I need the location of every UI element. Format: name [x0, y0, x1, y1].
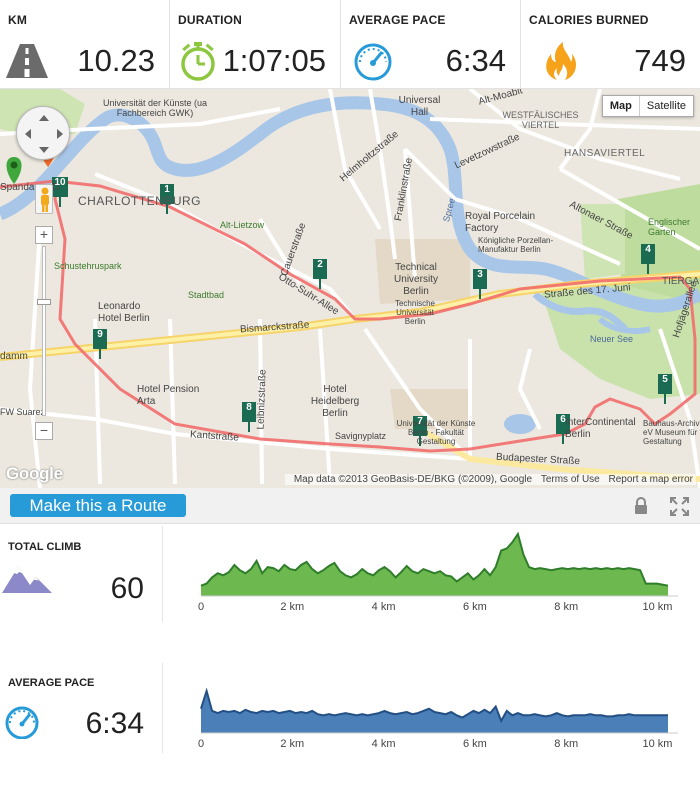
street-view-pegman-icon[interactable] — [35, 184, 53, 214]
climb-chart[interactable]: 0 2 km 4 km 6 km 8 km 10 km — [163, 526, 683, 622]
pan-arrows-icon — [25, 115, 63, 153]
climb-area — [201, 534, 668, 596]
stat-pace-label: AVERAGE PACE — [349, 13, 446, 27]
report-map-error-link[interactable]: Report a map error — [609, 474, 693, 485]
stats-bar: KM 10.23 DURATION 1:07:05 AVERAGE PACE 6… — [0, 0, 700, 89]
pace-tick-label: 4 km — [372, 738, 396, 750]
climb-tick-label: 8 km — [554, 601, 578, 613]
zoom-in-button[interactable]: + — [35, 226, 53, 244]
pace-tick-label: 10 km — [643, 738, 673, 750]
climb-tick-label: 2 km — [280, 601, 304, 613]
route-map[interactable]: Universität der Künste (ua Fachbereich G… — [0, 89, 700, 488]
zoom-slider-handle[interactable] — [37, 299, 51, 305]
stat-pace-value: 6:34 — [445, 43, 506, 78]
stat-distance-label: KM — [8, 13, 28, 27]
fullscreen-icon[interactable] — [669, 496, 690, 517]
climb-panel: TOTAL CLIMB 60 0 2 km 4 km 6 km 8 km 10 km — [0, 526, 700, 622]
climb-tick-label: 6 km — [463, 601, 487, 613]
pan-control[interactable] — [16, 106, 70, 160]
terms-of-use-link[interactable]: Terms of Use — [541, 474, 600, 485]
climb-tick-label: 4 km — [372, 601, 396, 613]
route-toolbar: Make this a Route — [0, 488, 700, 524]
road-icon — [6, 44, 48, 78]
google-logo: Google — [6, 464, 63, 483]
make-route-button[interactable]: Make this a Route — [10, 494, 186, 517]
mountain-icon — [2, 567, 52, 593]
stat-distance-value: 10.23 — [77, 43, 155, 78]
map-attribution: Map data ©2013 GeoBasis-DE/BKG (©2009), … — [284, 474, 696, 485]
stat-calories-label: CALORIES BURNED — [529, 13, 649, 27]
map-type-control: Map Satellite — [601, 95, 694, 117]
start-pin-icon[interactable] — [6, 157, 22, 184]
map-type-map-button[interactable]: Map — [603, 96, 640, 116]
stat-pace: AVERAGE PACE 6:34 — [341, 0, 521, 89]
climb-summary: TOTAL CLIMB 60 — [0, 526, 163, 622]
lock-icon[interactable] — [633, 497, 649, 515]
map-data-attribution: Map data ©2013 GeoBasis-DE/BKG (©2009), … — [293, 474, 533, 485]
pace-chart[interactable]: 0 2 km 4 km 6 km 8 km 10 km — [163, 663, 683, 753]
stat-calories-value: 749 — [634, 43, 686, 78]
climb-value: 60 — [110, 572, 144, 605]
pace-tick-label: 8 km — [554, 738, 578, 750]
flame-icon — [546, 42, 577, 80]
stat-distance: KM 10.23 — [0, 0, 170, 89]
pace-label: AVERAGE PACE — [8, 677, 95, 689]
pace-tick-label: 6 km — [463, 738, 487, 750]
zoom-slider[interactable] — [42, 246, 46, 416]
stopwatch-icon — [181, 42, 215, 81]
stat-duration: DURATION 1:07:05 — [170, 0, 341, 89]
pace-summary: AVERAGE PACE 6:34 — [0, 663, 163, 753]
stat-duration-value: 1:07:05 — [222, 43, 326, 78]
zoom-out-button[interactable]: − — [35, 422, 53, 440]
map-canvas[interactable] — [0, 89, 700, 488]
pace-tick-label: 2 km — [280, 738, 304, 750]
speedometer-icon — [5, 706, 39, 739]
climb-label: TOTAL CLIMB — [8, 541, 82, 553]
map-type-satellite-button[interactable]: Satellite — [640, 96, 693, 116]
pace-tick-label: 0 — [198, 738, 204, 750]
climb-tick-label: 0 — [198, 601, 204, 613]
climb-tick-label: 10 km — [643, 601, 673, 613]
stat-duration-label: DURATION — [178, 13, 243, 27]
pace-value: 6:34 — [85, 707, 144, 740]
speedometer-icon — [354, 43, 392, 81]
pace-panel: AVERAGE PACE 6:34 0 2 km 4 km 6 km 8 km 10 km — [0, 663, 700, 753]
stat-calories: CALORIES BURNED 749 — [521, 0, 700, 89]
